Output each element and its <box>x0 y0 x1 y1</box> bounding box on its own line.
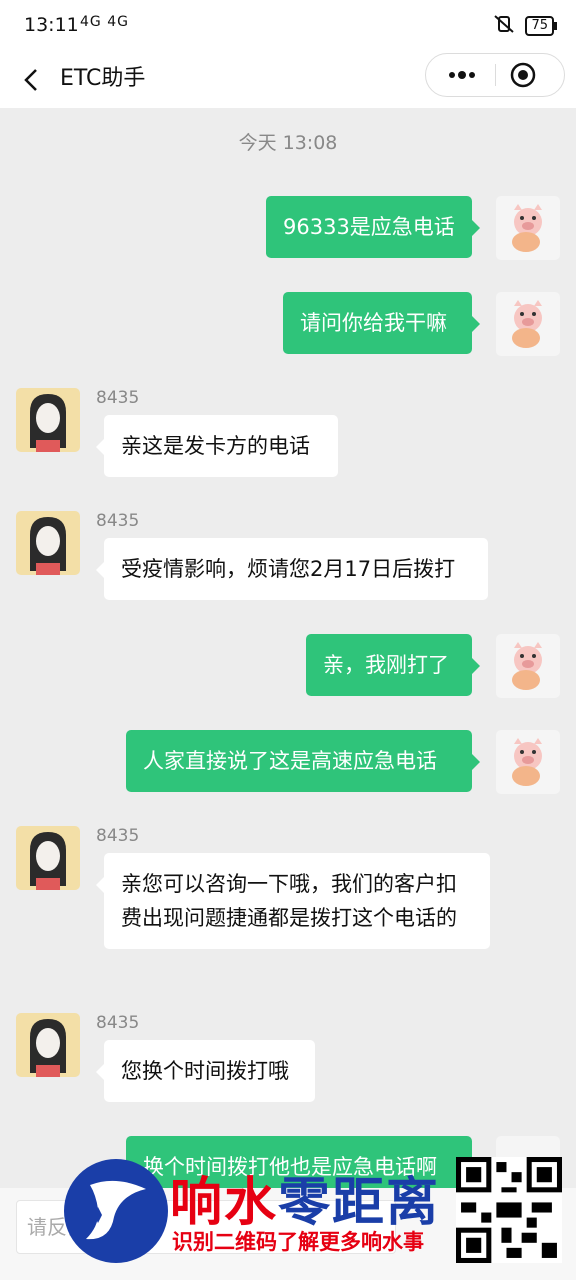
capsule-divider <box>495 64 496 86</box>
agent-avatar[interactable] <box>16 1013 80 1077</box>
girl-avatar-icon <box>30 394 66 452</box>
girl-avatar-icon <box>30 517 66 575</box>
agent-avatar[interactable] <box>16 388 80 452</box>
sender-name: 8435 <box>96 511 140 531</box>
watermark: 响水零距离 识别二维码了解更多响水事 <box>60 1150 576 1280</box>
sender-name: 8435 <box>96 826 140 846</box>
pig-avatar-icon <box>512 300 542 348</box>
watermark-title-red: 响水 <box>170 1172 279 1233</box>
more-icon[interactable] <box>440 62 484 88</box>
user-avatar[interactable] <box>496 730 560 794</box>
message-bubble-outgoing[interactable]: 亲，我刚打了 <box>306 634 480 696</box>
agent-avatar[interactable] <box>16 511 80 575</box>
status-right: 75 <box>493 14 557 38</box>
mini-program-capsule <box>425 53 565 97</box>
sender-name: 8435 <box>96 388 140 408</box>
status-time: 13:11 <box>24 14 79 36</box>
agent-avatar[interactable] <box>16 826 80 890</box>
back-icon[interactable] <box>18 64 46 96</box>
sender-name: 8435 <box>96 1013 140 1033</box>
chat-timestamp: 今天 13:08 <box>238 132 338 154</box>
logo-icon <box>64 1159 168 1263</box>
user-avatar[interactable] <box>496 196 560 260</box>
vibrate-icon <box>493 14 515 38</box>
girl-avatar-icon <box>30 832 66 890</box>
watermark-subtitle: 识别二维码了解更多响水事 <box>172 1230 424 1254</box>
pig-avatar-icon <box>512 642 542 690</box>
message-bubble-outgoing[interactable]: 人家直接说了这是高速应急电话 <box>126 730 480 792</box>
girl-avatar-icon <box>30 1019 66 1077</box>
message-bubble-incoming[interactable]: 亲您可以咨询一下哦，我们的客户扣费出现问题捷通都是拨打这个电话的 <box>96 853 490 949</box>
battery-icon: 75 <box>525 16 557 36</box>
nav-bar: ETC助手 <box>0 52 576 108</box>
chat-area[interactable]: 今天 13:08 96333是应急电话 请问你给我干嘛 8435 亲这是发卡方的… <box>0 108 576 1200</box>
watermark-title-blue: 零距离 <box>278 1172 441 1233</box>
pig-avatar-icon <box>512 738 542 786</box>
page-title: ETC助手 <box>60 66 146 91</box>
message-bubble-outgoing[interactable]: 请问你给我干嘛 <box>283 292 480 354</box>
qr-code-icon <box>456 1157 562 1263</box>
message-bubble-incoming[interactable]: 受疫情影响，烦请您2月17日后拨打 <box>96 538 488 600</box>
signal-icon: 4G 4G <box>80 14 129 30</box>
user-avatar[interactable] <box>496 292 560 356</box>
watermark-title: 响水零距离 <box>170 1160 440 1235</box>
pig-avatar-icon <box>512 204 542 252</box>
message-bubble-outgoing[interactable]: 96333是应急电话 <box>266 196 480 258</box>
status-bar: 13:11 4G 4G 75 <box>0 0 576 52</box>
message-bubble-incoming[interactable]: 亲这是发卡方的电话 <box>96 415 338 477</box>
message-bubble-incoming[interactable]: 您换个时间拨打哦 <box>96 1040 315 1102</box>
close-icon[interactable] <box>508 60 538 90</box>
user-avatar[interactable] <box>496 634 560 698</box>
